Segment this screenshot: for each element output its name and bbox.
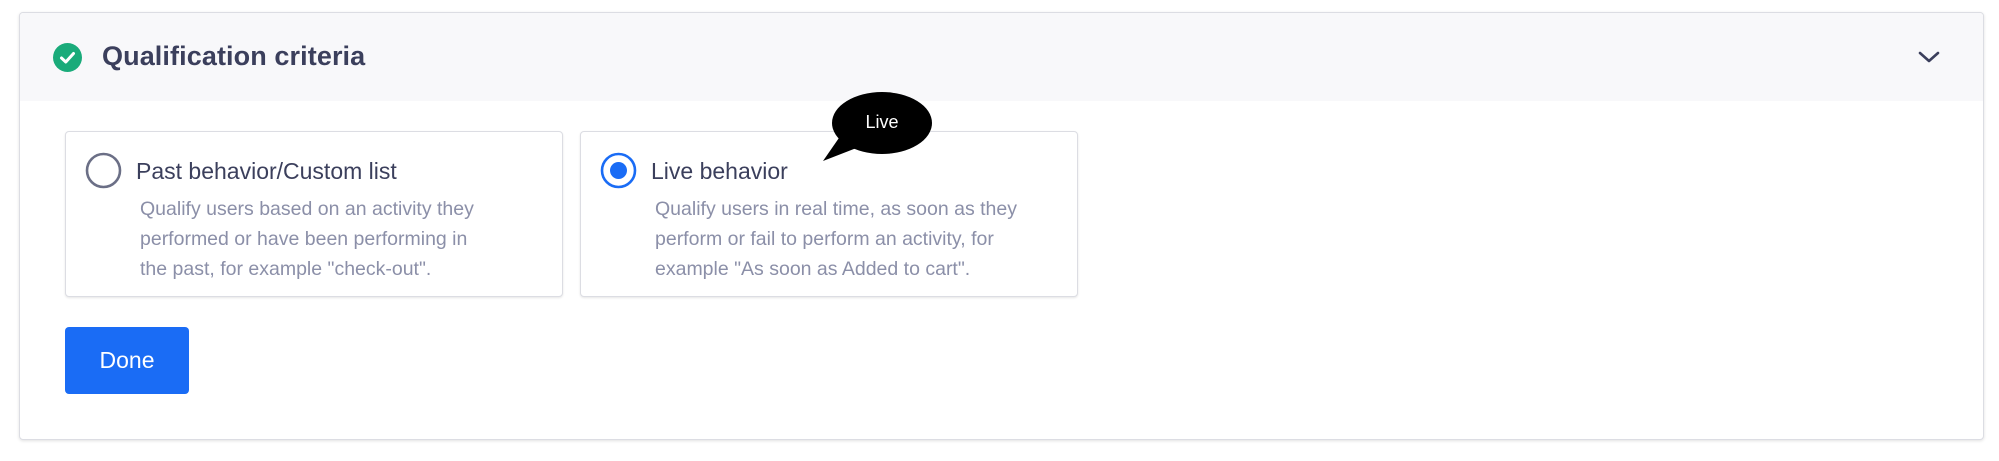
option-description: Qualify users based on an activity they …: [140, 194, 550, 284]
panel-header[interactable]: Qualification criteria: [20, 13, 1983, 101]
option-title: Live behavior: [651, 158, 788, 184]
description-line: Qualify users based on an activity they: [140, 198, 474, 220]
option-card-past-behavior[interactable]: Past behavior/Custom list Qualify users …: [65, 131, 563, 297]
chevron-down-icon[interactable]: [1917, 49, 1941, 65]
qualification-criteria-panel: Qualification criteria Past behavior/Cus…: [19, 12, 1984, 440]
check-circle-icon: [53, 43, 82, 72]
description-line: Qualify users in real time, as soon as t…: [655, 198, 1017, 220]
description-line: perform or fail to perform an activity, …: [655, 228, 994, 250]
option-description: Qualify users in real time, as soon as t…: [655, 194, 1065, 284]
panel-title: Qualification criteria: [102, 41, 366, 71]
radio-selected-icon[interactable]: [600, 152, 637, 189]
description-line: example "As soon as Added to cart".: [655, 258, 971, 280]
done-button[interactable]: Done: [65, 327, 189, 394]
description-line: performed or have been performing in: [140, 228, 468, 250]
option-title: Past behavior/Custom list: [136, 158, 397, 184]
tooltip-text: Live: [865, 112, 899, 132]
radio-unselected-icon[interactable]: [85, 152, 122, 189]
description-line: the past, for example "check-out".: [140, 258, 432, 280]
